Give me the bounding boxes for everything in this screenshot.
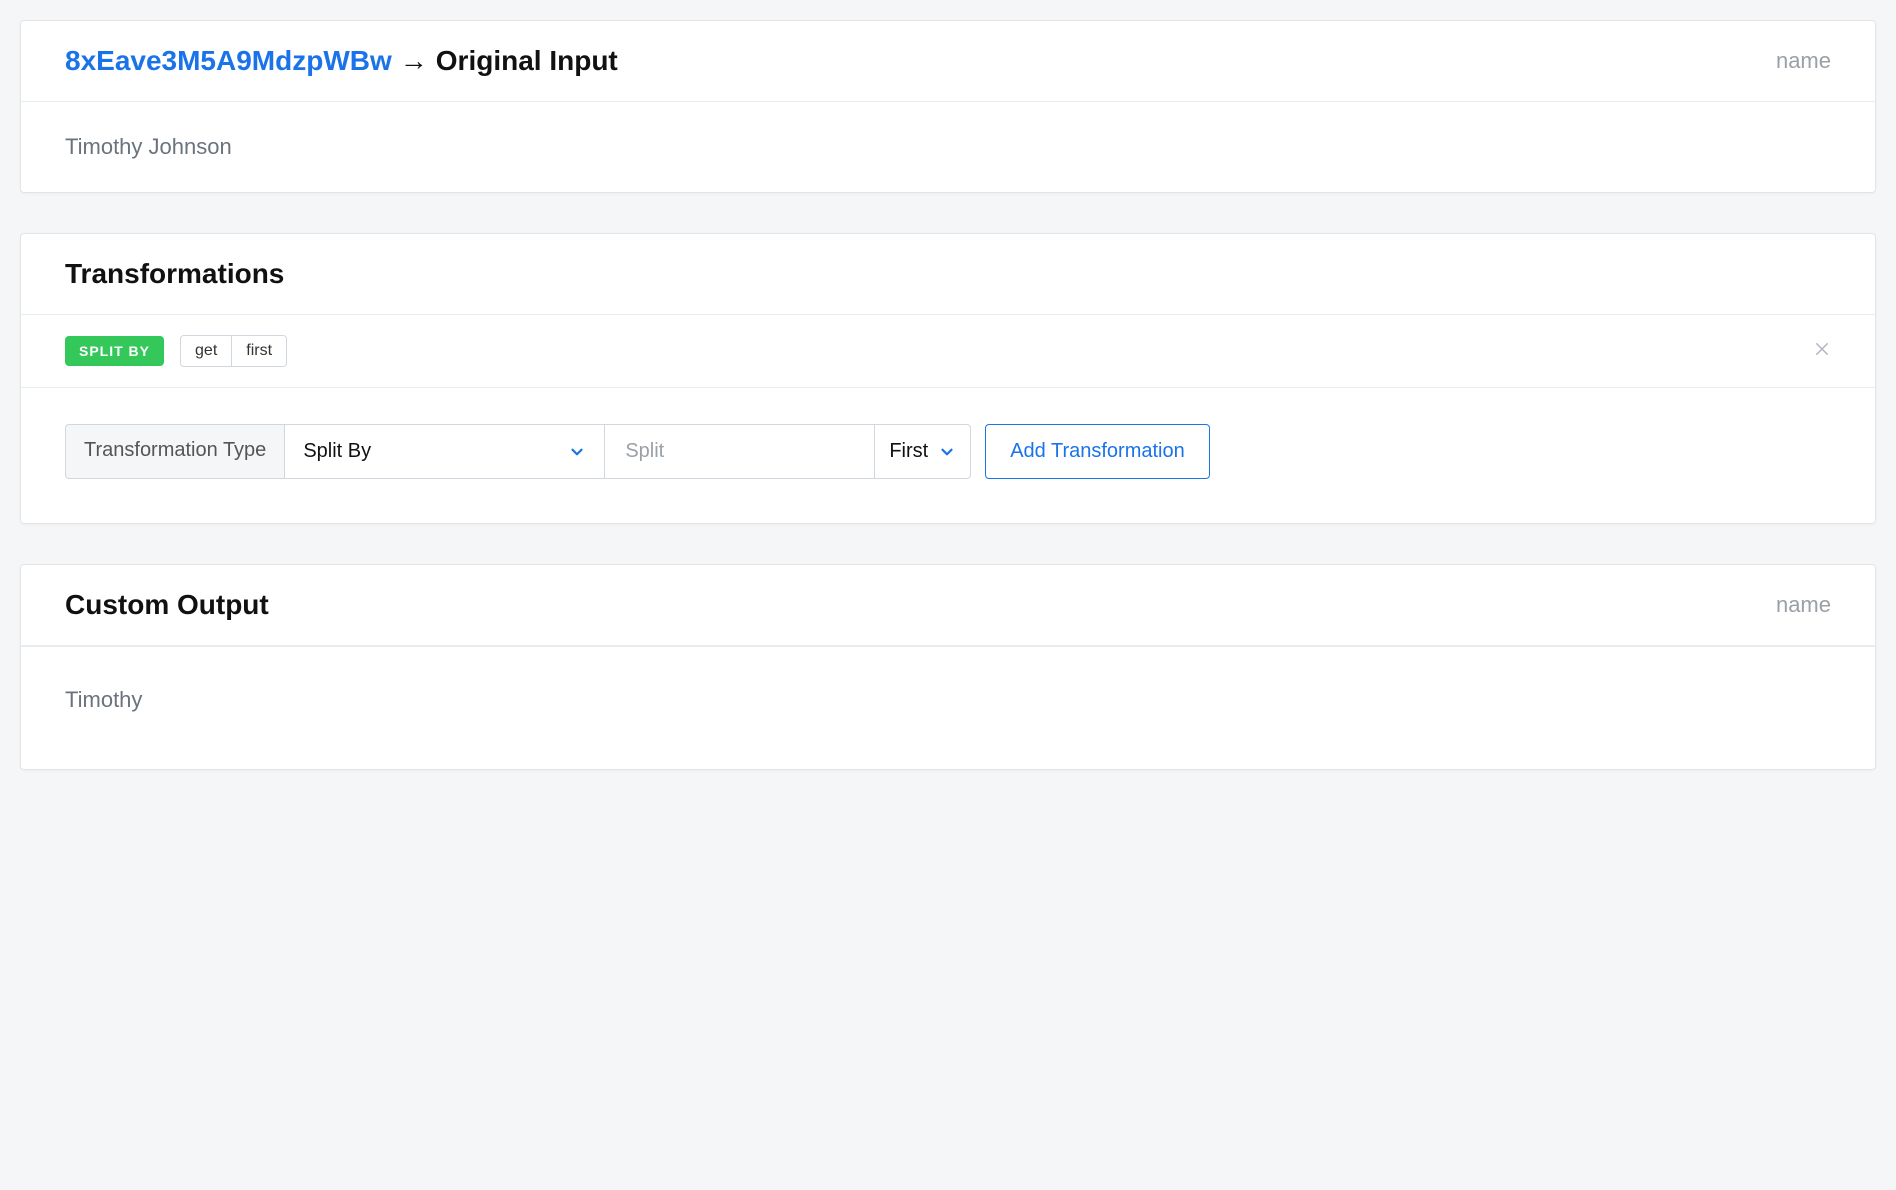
- input-title-line: 8xEave3M5A9MdzpWBw → Original Input: [65, 45, 618, 77]
- arg-first: first: [231, 336, 286, 366]
- input-title-label: Original Input: [436, 45, 618, 77]
- split-input[interactable]: [623, 439, 856, 464]
- transformation-builder: Transformation Type Split By First Add T…: [21, 388, 1875, 523]
- position-select[interactable]: First: [874, 424, 971, 479]
- transformations-header: Transformations: [21, 234, 1875, 315]
- original-input-card: 8xEave3M5A9MdzpWBw → Original Input name…: [20, 20, 1876, 193]
- custom-output-card: Custom Output name Timothy: [20, 564, 1876, 770]
- input-value: Timothy Johnson: [21, 102, 1875, 192]
- chevron-down-icon: [568, 443, 586, 461]
- remove-transformation-button[interactable]: [1813, 340, 1831, 362]
- transformation-type-select[interactable]: Split By: [284, 424, 604, 479]
- original-input-header: 8xEave3M5A9MdzpWBw → Original Input name: [21, 21, 1875, 102]
- transformations-title: Transformations: [65, 258, 284, 290]
- active-transformation-row: SPLIT BY get first: [21, 315, 1875, 388]
- arg-get: get: [181, 336, 231, 366]
- custom-output-header: Custom Output name: [21, 565, 1875, 646]
- transformations-card: Transformations SPLIT BY get first Trans…: [20, 233, 1876, 524]
- add-transformation-button[interactable]: Add Transformation: [985, 424, 1210, 479]
- transformation-type-value: Split By: [303, 440, 371, 463]
- split-input-wrapper: [604, 424, 874, 479]
- input-field-name: name: [1776, 48, 1831, 74]
- custom-output-title: Custom Output: [65, 589, 269, 621]
- arrow-icon: →: [400, 45, 428, 77]
- input-id-link[interactable]: 8xEave3M5A9MdzpWBw: [65, 45, 392, 77]
- transformation-args: get first: [180, 335, 287, 367]
- split-by-tag: SPLIT BY: [65, 336, 164, 366]
- position-value: First: [889, 440, 928, 463]
- output-field-name: name: [1776, 592, 1831, 618]
- close-icon: [1813, 338, 1831, 363]
- output-value: Timothy: [21, 646, 1875, 769]
- transformation-type-label: Transformation Type: [65, 424, 284, 479]
- chevron-down-icon: [938, 443, 956, 461]
